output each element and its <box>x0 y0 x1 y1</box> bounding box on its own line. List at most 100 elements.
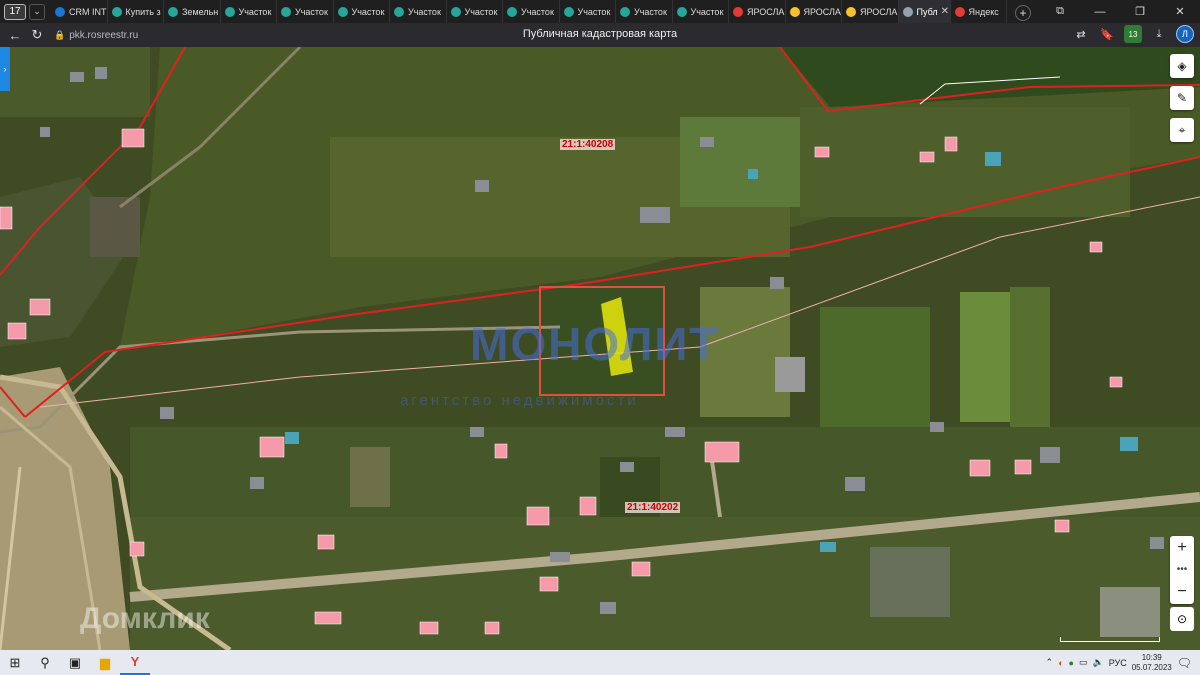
windows-taskbar: ⊞ ⚲ ▣ ▆ Y ⌃ ◐ ● ▭ 🔈 РУС 10:39 05.07.2023… <box>0 650 1200 675</box>
tab-count-button[interactable]: 17 <box>4 3 26 20</box>
tab-favicon-icon <box>111 6 122 17</box>
tab-favicon-icon <box>55 6 65 17</box>
tab-favicon-icon <box>224 6 235 17</box>
language-indicator[interactable]: РУС <box>1109 658 1127 668</box>
browser-tab[interactable]: Участок <box>277 0 334 23</box>
watermark-logo: МОНОЛИТ <box>470 318 720 370</box>
zoom-more-icon[interactable]: ••• <box>1177 565 1188 575</box>
close-tab-icon[interactable]: ✕ <box>941 6 949 17</box>
window-controls: ⧉ — ❐ ✕ <box>1040 0 1200 23</box>
tab-label: Участок <box>295 6 328 17</box>
tray-expand-icon[interactable]: ⌃ <box>1046 657 1054 668</box>
tab-favicon-icon <box>507 6 517 17</box>
tab-favicon-icon <box>281 6 291 17</box>
ruler-button[interactable]: ✎ <box>1170 86 1194 110</box>
translate-icon[interactable]: ⇄ <box>1072 25 1090 43</box>
locate-button[interactable]: ⌖ <box>1170 118 1194 142</box>
minimize-button[interactable]: — <box>1080 0 1120 23</box>
tab-favicon-icon <box>620 6 630 17</box>
browser-tab[interactable]: Участок <box>560 0 616 23</box>
browser-tab[interactable]: Публ ✕ <box>898 0 951 23</box>
bookmark-icon[interactable]: 🔖 <box>1098 25 1116 43</box>
new-tab-button[interactable]: + <box>1015 5 1031 21</box>
tab-label: Участок <box>577 6 611 17</box>
maximize-button[interactable]: ❐ <box>1120 0 1160 23</box>
map-scale-bar <box>1060 637 1160 642</box>
tab-label: Яндекс <box>968 6 999 17</box>
tray-app-icon-2[interactable]: ● <box>1069 658 1074 668</box>
quarter-label-south[interactable]: 21:1:40202 <box>625 502 681 513</box>
profile-avatar[interactable]: Л <box>1176 25 1194 43</box>
tab-label: Участок <box>238 6 272 17</box>
browser-tab[interactable]: Яндекс <box>951 0 1007 23</box>
tabs-view-icon[interactable]: ⧉ <box>1040 0 1080 23</box>
browser-tab[interactable]: ЯРОСЛА <box>842 0 899 23</box>
browser-tab[interactable]: Участок <box>390 0 447 23</box>
browser-tab-strip: 17 ⌄ CRM INT Купить з Земельн Участок Участо… <box>0 0 1200 23</box>
page-title: Публичная кадастровая карта <box>522 28 678 40</box>
url-field[interactable]: 🔒 pkk.rosreestr.ru <box>54 30 138 41</box>
tab-label: ЯРОСЛА <box>860 6 898 17</box>
tab-favicon-icon <box>846 6 856 17</box>
tray-app-icon[interactable]: ◐ <box>1058 658 1063 668</box>
quarter-label-north[interactable]: 21:1:40208 <box>560 139 616 150</box>
browser-tab[interactable]: CRM INT <box>51 0 108 23</box>
watermark-subtitle: агентство недвижимости <box>400 392 639 409</box>
task-view-icon[interactable]: ▣ <box>60 650 90 675</box>
tab-favicon-icon <box>789 6 800 17</box>
domclick-watermark: Домклик <box>80 602 210 635</box>
tab-label: Участок <box>464 6 498 17</box>
search-icon[interactable]: ⚲ <box>30 650 60 675</box>
zoom-out-button[interactable]: − <box>1177 583 1186 601</box>
browser-tab[interactable]: Купить з <box>108 0 164 23</box>
tab-favicon-icon <box>733 6 743 17</box>
tab-label: Участок <box>690 6 724 17</box>
address-bar: ← ↻ 🔒 pkk.rosreestr.ru Публичная кадастр… <box>0 23 1200 47</box>
download-icon[interactable]: ⤓ <box>1150 25 1168 43</box>
tab-label: Купить з <box>125 6 161 17</box>
browser-tab[interactable]: ЯРОСЛА <box>729 0 786 23</box>
browser-tab[interactable]: Участок <box>334 0 390 23</box>
tab-label: ЯРОСЛА <box>803 6 841 17</box>
browser-tab[interactable]: Участок <box>616 0 673 23</box>
zoom-in-button[interactable]: + <box>1177 539 1186 557</box>
tab-list-dropdown[interactable]: ⌄ <box>29 3 45 20</box>
zoom-control: + ••• − <box>1170 536 1194 604</box>
browser-tab[interactable]: Участок <box>503 0 560 23</box>
browser-tab[interactable]: Участок <box>221 0 277 23</box>
system-tray: ⌃ ◐ ● ▭ 🔈 РУС 10:39 05.07.2023 🗨 <box>1046 650 1192 675</box>
tab-favicon-icon <box>394 6 404 17</box>
tab-label: Участок <box>521 6 554 17</box>
browser-actions: ⇄ 🔖 13 ⤓ Л <box>1072 25 1194 43</box>
lock-icon: 🔒 <box>54 29 66 40</box>
tab-favicon-icon <box>563 6 574 17</box>
reload-button[interactable]: ↻ <box>26 24 48 46</box>
clock[interactable]: 10:39 05.07.2023 <box>1132 653 1172 673</box>
notifications-icon[interactable]: 🗨 <box>1177 656 1192 670</box>
file-explorer-icon[interactable]: ▆ <box>90 650 120 675</box>
browser-tab[interactable]: Участок <box>447 0 503 23</box>
tab-label: ЯРОСЛА <box>747 6 785 17</box>
side-panel-toggle[interactable]: › <box>0 47 10 91</box>
extension-badge-icon[interactable]: 13 <box>1124 25 1142 43</box>
tab-favicon-icon <box>954 6 965 17</box>
browser-tab[interactable]: ЯРОСЛА <box>786 0 842 23</box>
browser-tab[interactable]: Земельн <box>164 0 221 23</box>
clock-date: 05.07.2023 <box>1131 662 1172 672</box>
volume-icon[interactable]: 🔈 <box>1092 657 1103 668</box>
close-window-button[interactable]: ✕ <box>1160 0 1200 23</box>
browser-tab[interactable]: Участок <box>673 0 729 23</box>
layers-button[interactable]: ◈ <box>1170 54 1194 78</box>
cadastral-map[interactable]: › МОНОЛИТ агентство недвижимости Домклик… <box>0 47 1200 650</box>
tab-label: Земельн <box>182 6 219 17</box>
tab-favicon-icon <box>676 6 687 17</box>
tab-label: Участок <box>408 6 441 17</box>
network-icon[interactable]: ▭ <box>1079 657 1088 668</box>
compass-icon[interactable]: ⊙ <box>1170 607 1194 631</box>
clock-time: 10:39 <box>1141 652 1162 662</box>
yandex-browser-icon[interactable]: Y <box>120 650 150 675</box>
tab-label: Публ <box>916 6 938 17</box>
tab-list: CRM INT Купить з Земельн Участок Участок Учас… <box>51 0 1007 23</box>
back-button[interactable]: ← <box>4 24 26 46</box>
start-icon[interactable]: ⊞ <box>0 650 30 675</box>
